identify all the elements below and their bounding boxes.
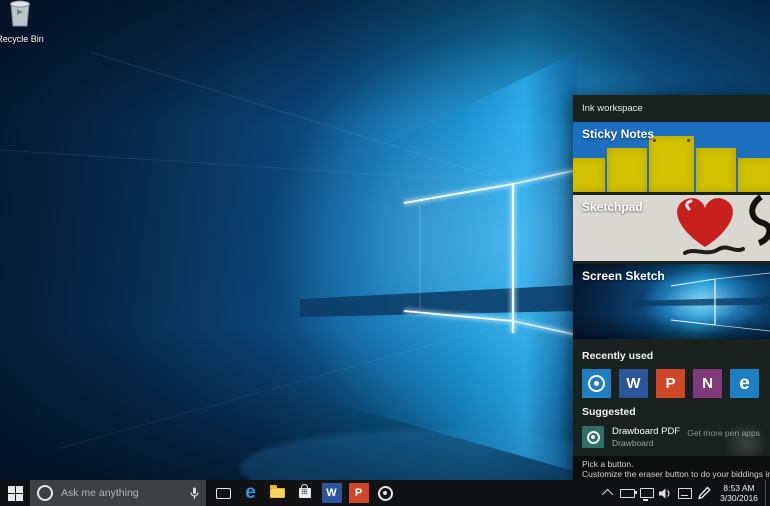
sticky-notes-card[interactable]: Sticky Notes	[573, 122, 770, 192]
display-tray-button[interactable]	[637, 480, 656, 506]
recent-app-camera[interactable]	[582, 369, 611, 398]
sketchpad-card[interactable]: Sketchpad	[573, 195, 770, 261]
tray-clock[interactable]: 8:53 AM 3/30/2016	[713, 483, 765, 503]
file-explorer-button[interactable]	[264, 480, 291, 506]
recent-app-word[interactable]: W	[619, 369, 648, 398]
suggested-app-row[interactable]: Drawboard PDF Drawboard Get more pen app…	[582, 425, 762, 451]
battery-icon	[620, 489, 635, 498]
powerpoint-icon: P	[349, 483, 369, 503]
edge-taskbar-button[interactable]: e	[237, 480, 264, 506]
taskbar: e W P	[0, 480, 770, 506]
powerpoint-icon: P	[665, 376, 675, 391]
edge-icon: e	[739, 374, 750, 393]
touch-keyboard-icon	[678, 488, 692, 499]
get-more-pen-apps-link[interactable]: Get more pen apps	[687, 428, 760, 438]
show-desktop-button[interactable]	[765, 480, 770, 506]
cortana-icon	[37, 485, 53, 501]
pen-tip-banner: Pick a button. Customize the eraser butt…	[573, 456, 770, 480]
tip-line-1: Pick a button.	[582, 459, 770, 469]
recent-app-powerpoint[interactable]: P	[656, 369, 685, 398]
pen-icon	[697, 486, 711, 500]
cortana-search-box[interactable]	[30, 480, 206, 506]
camera-icon	[588, 375, 605, 392]
sticky-notes-label: Sticky Notes	[582, 127, 654, 141]
recent-app-edge[interactable]: e	[730, 369, 759, 398]
powerpoint-taskbar-button[interactable]: P	[345, 480, 372, 506]
task-view-icon	[216, 488, 231, 499]
word-icon: W	[626, 376, 640, 391]
camera-taskbar-button[interactable]	[372, 480, 399, 506]
clock-time: 8:53 AM	[715, 483, 763, 493]
touch-keyboard-button[interactable]	[675, 480, 694, 506]
word-taskbar-button[interactable]: W	[318, 480, 345, 506]
search-input[interactable]	[59, 486, 190, 500]
battery-tray-button[interactable]	[618, 480, 637, 506]
store-icon	[299, 488, 311, 498]
display-icon	[640, 488, 654, 498]
ink-workspace-panel: Ink workspace Sticky Notes Sketchpad Scr…	[573, 95, 770, 480]
volume-tray-button[interactable]	[656, 480, 675, 506]
suggested-app-publisher: Drawboard	[612, 438, 654, 448]
ink-workspace-tray-button[interactable]	[694, 480, 713, 506]
suggested-app-name: Drawboard PDF	[612, 426, 680, 437]
chevron-up-icon	[601, 489, 612, 500]
recycle-bin[interactable]: Recycle Bin	[0, 0, 49, 44]
start-button[interactable]	[0, 480, 30, 506]
store-button[interactable]	[291, 480, 318, 506]
recently-used-apps: W P N e	[582, 369, 759, 398]
drawboard-pdf-icon	[582, 426, 604, 448]
word-icon: W	[322, 483, 342, 503]
recycle-bin-label: Recycle Bin	[0, 34, 49, 44]
clock-date: 3/30/2016	[715, 493, 763, 503]
suggested-heading: Suggested	[582, 406, 636, 418]
hidden-icons-button[interactable]	[599, 480, 618, 506]
screen-sketch-label: Screen Sketch	[582, 269, 665, 283]
desktop: Recycle Bin Ink workspace Sticky Notes S…	[0, 0, 770, 506]
recycle-bin-icon	[5, 0, 35, 28]
windows-logo-icon	[8, 486, 23, 501]
ink-workspace-title: Ink workspace	[582, 103, 643, 114]
edge-icon: e	[245, 482, 256, 504]
taskbar-app-buttons: e W P	[210, 480, 399, 506]
recently-used-heading: Recently used	[582, 350, 653, 362]
tip-line-2: Customize the eraser button to do your b…	[582, 469, 770, 479]
volume-icon	[659, 488, 672, 499]
recent-app-onenote[interactable]: N	[693, 369, 722, 398]
screen-sketch-card[interactable]: Screen Sketch	[573, 264, 770, 339]
microphone-icon[interactable]	[190, 487, 199, 500]
file-explorer-icon	[270, 488, 285, 498]
system-tray: 8:53 AM 3/30/2016	[599, 480, 770, 506]
task-view-button[interactable]	[210, 480, 237, 506]
sketchpad-label: Sketchpad	[582, 200, 643, 214]
camera-icon	[378, 486, 393, 501]
onenote-icon: N	[702, 376, 713, 391]
tip-line-2-text: Customize the eraser button to do your b…	[582, 469, 770, 479]
